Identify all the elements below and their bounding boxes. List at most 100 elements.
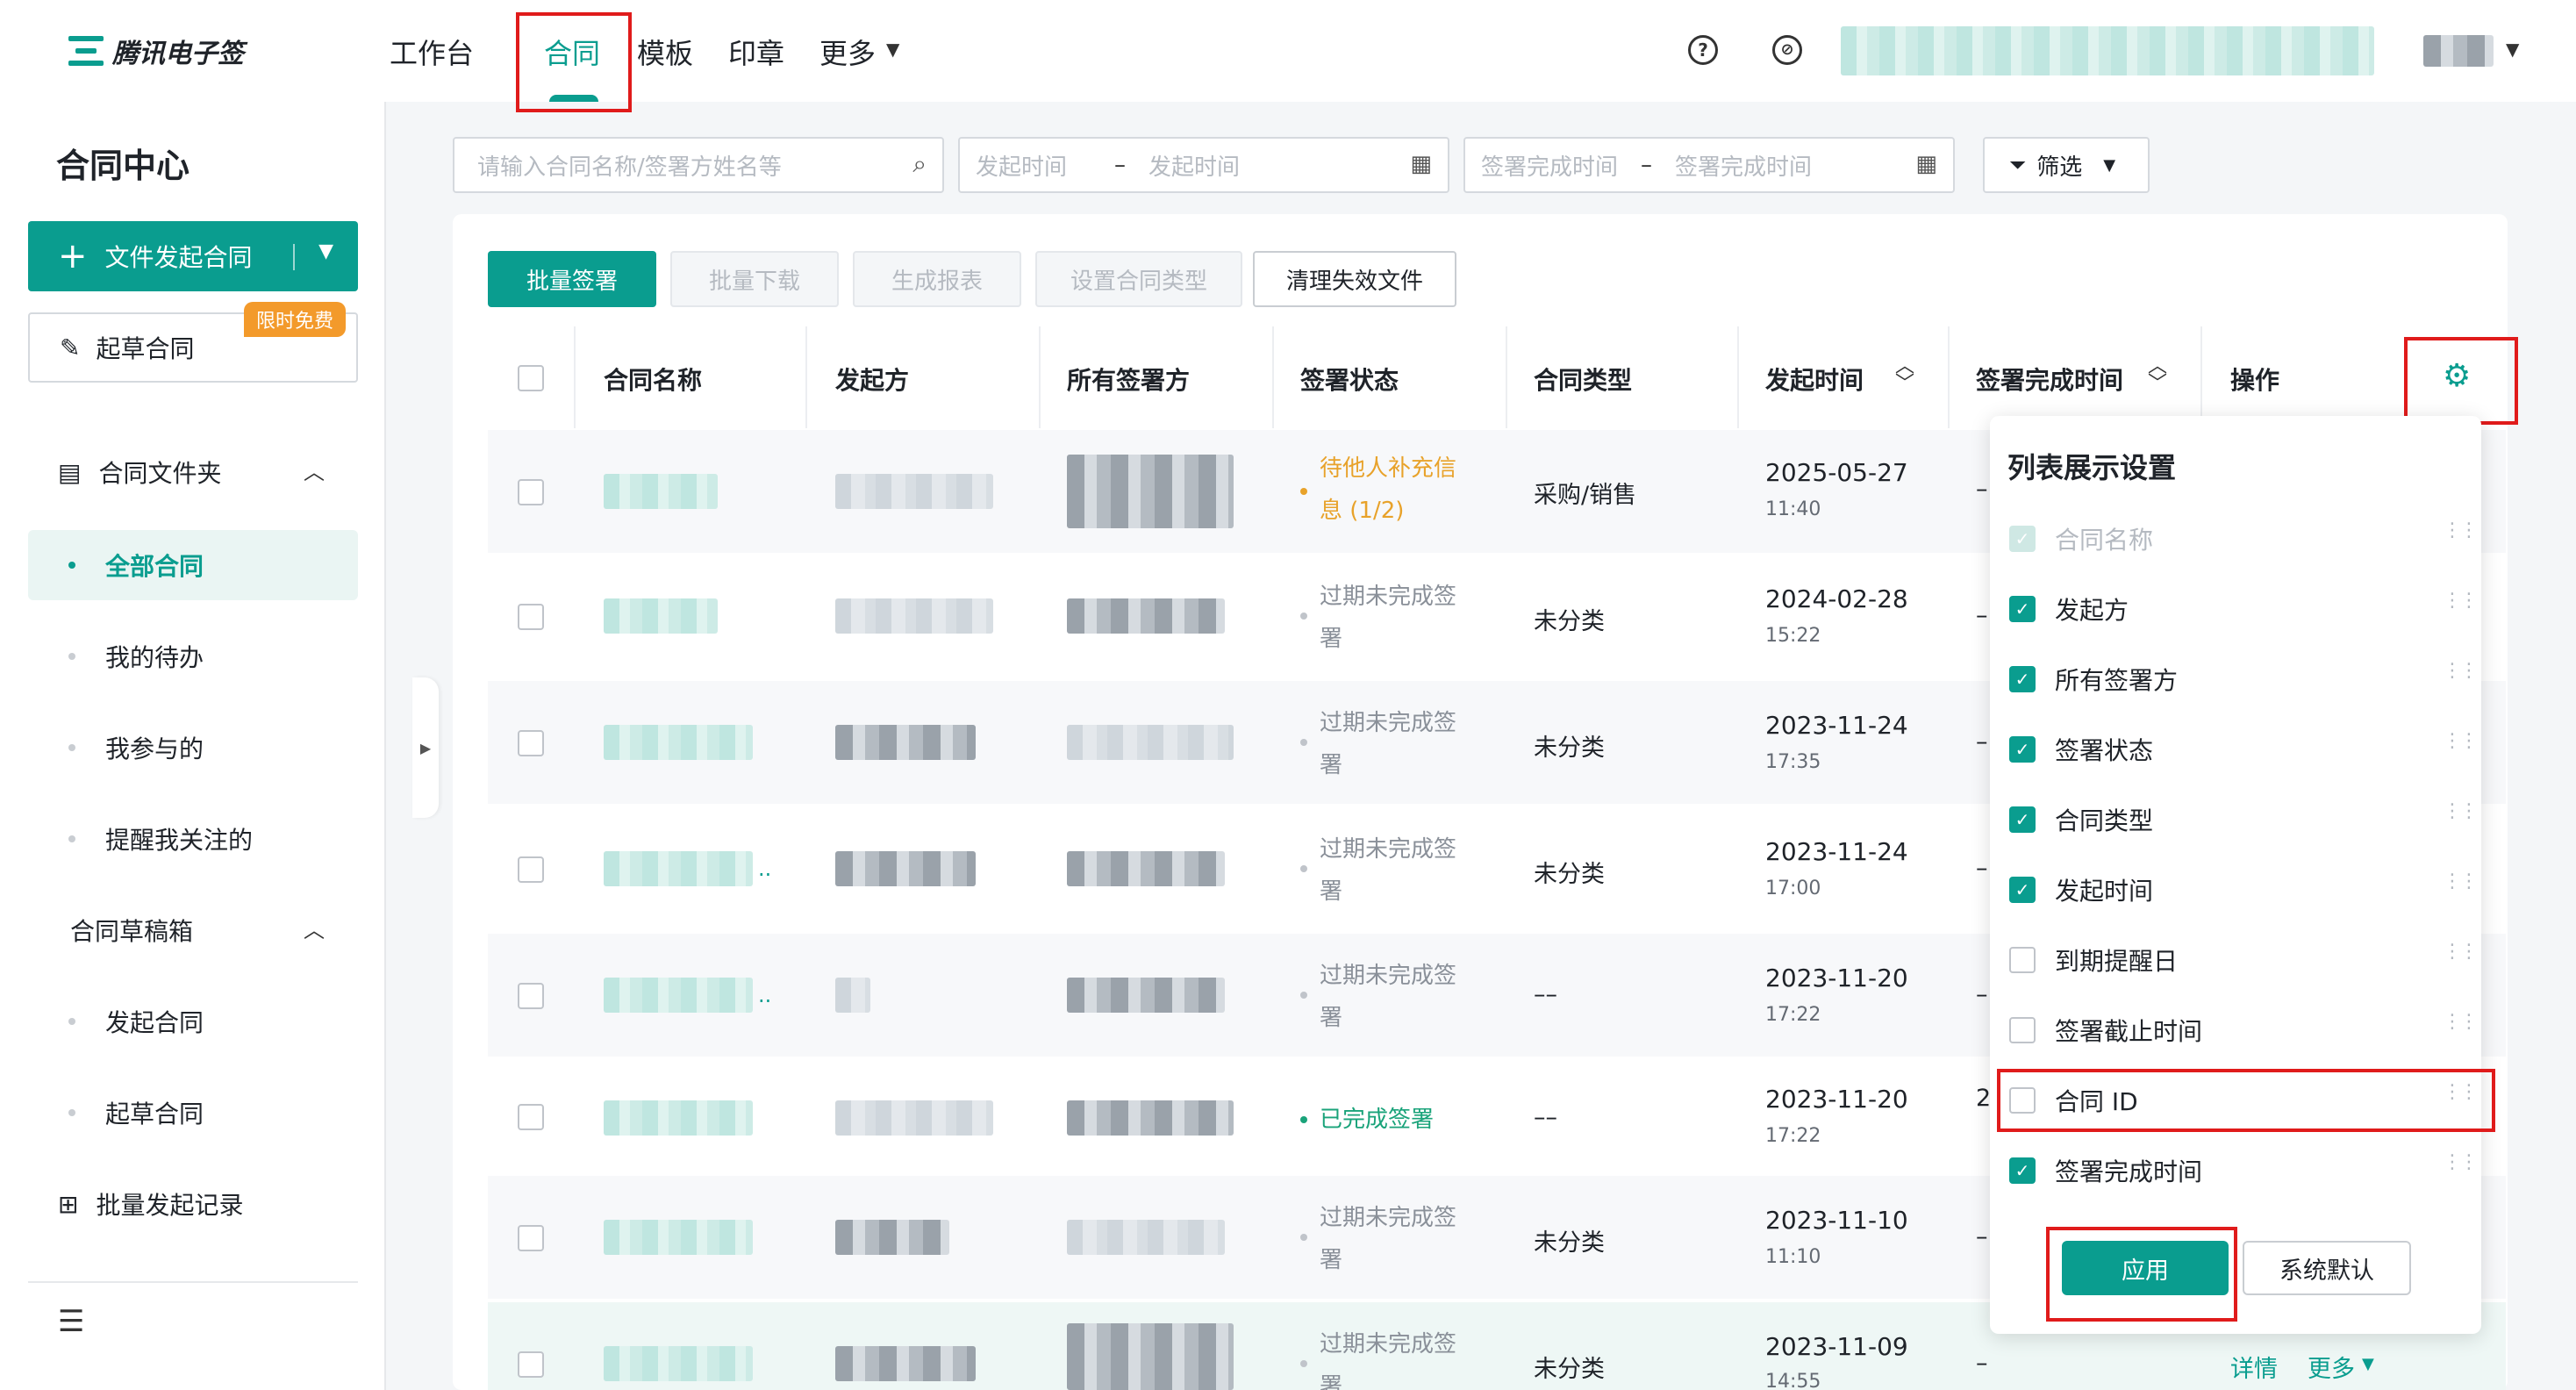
finish-time: –	[1976, 476, 1988, 503]
nav-more-caret-icon[interactable]: ▼	[886, 39, 899, 60]
checkbox-checked[interactable]: ✓	[2009, 1157, 2036, 1184]
batch-sign-button[interactable]: 批量签署	[488, 251, 656, 307]
chevron-down-icon[interactable]: ▼	[318, 240, 333, 262]
batch-download-button[interactable]: 批量下载	[670, 251, 839, 307]
sidebar-item-start-contract[interactable]: 发起合同	[105, 1004, 204, 1039]
column-option-type[interactable]: ✓ 合同类型	[2009, 802, 2153, 837]
sidebar-folder-section[interactable]: ▤ 合同文件夹	[58, 455, 221, 490]
sidebar-item-watching[interactable]: 提醒我关注的	[105, 821, 253, 856]
sort-icon[interactable]: ︿ ﹀	[2148, 357, 2167, 394]
status-dot	[1300, 992, 1307, 999]
drag-handle-icon[interactable]: ⋮⋮	[2443, 660, 2479, 682]
drag-handle-icon[interactable]: ⋮⋮	[2443, 800, 2479, 822]
column-option-initiator[interactable]: ✓ 发起方	[2009, 591, 2129, 627]
contract-name-blurred[interactable]	[604, 851, 753, 886]
brand-logo[interactable]: 腾讯电子签	[68, 32, 244, 70]
filter-button[interactable]: ⏷ 筛选 ▼	[1983, 137, 2150, 193]
column-option-expiry-reminder[interactable]: 到期提醒日	[2009, 942, 2178, 978]
column-option-sign-deadline[interactable]: 签署截止时间	[2009, 1013, 2202, 1048]
system-default-button[interactable]: 系统默认	[2243, 1241, 2411, 1295]
row-checkbox[interactable]	[518, 1351, 544, 1378]
contract-name-blurred[interactable]	[604, 1220, 753, 1255]
sidebar-item-participated[interactable]: 我参与的	[105, 730, 204, 765]
row-checkbox[interactable]	[518, 604, 544, 630]
checkbox-checked[interactable]: ✓	[2009, 666, 2036, 692]
status-text: 过期未完成签署	[1320, 1197, 1456, 1281]
highlight-settings-gear	[2404, 337, 2518, 425]
start-contract-button[interactable]: + 文件发起合同 ▼	[28, 221, 358, 291]
column-option-signers[interactable]: ✓ 所有签署方	[2009, 662, 2178, 697]
nav-seals[interactable]: 印章	[728, 32, 784, 72]
drag-handle-icon[interactable]: ⋮⋮	[2443, 941, 2479, 963]
brand-name: 腾讯电子签	[112, 39, 244, 69]
bullet-dot	[68, 653, 75, 660]
collapse-handle-icon[interactable]: ▶	[412, 677, 439, 818]
column-option-finish-time[interactable]: ✓ 签署完成时间	[2009, 1153, 2202, 1188]
sidebar-item-draft-contract[interactable]: 起草合同	[105, 1095, 204, 1130]
sidebar-batch-record[interactable]: ⊞ 批量发起记录	[58, 1186, 243, 1222]
nav-workbench[interactable]: 工作台	[390, 32, 474, 72]
sort-icon[interactable]: ︿ ﹀	[1895, 357, 1914, 394]
calendar-icon[interactable]: ▦	[1915, 151, 1937, 177]
search-icon[interactable]: ⌕	[912, 149, 927, 179]
start-contract-label: 文件发起合同	[104, 243, 253, 272]
row-checkbox[interactable]	[518, 856, 544, 883]
row-checkbox[interactable]	[518, 983, 544, 1009]
contract-name-blurred[interactable]	[604, 474, 718, 509]
link-icon[interactable]: ⊘	[1772, 35, 1802, 65]
drag-handle-icon[interactable]: ⋮⋮	[2443, 590, 2479, 612]
drag-handle-icon[interactable]: ⋮⋮	[2443, 1081, 2479, 1103]
checkbox-checked[interactable]: ✓	[2009, 806, 2036, 833]
start-time: 17:22	[1765, 1125, 1821, 1147]
contract-name-blurred[interactable]	[604, 1100, 753, 1136]
row-checkbox[interactable]	[518, 1225, 544, 1251]
col-finish-time[interactable]: 签署完成时间	[1976, 362, 2123, 397]
chevron-up-icon[interactable]: ︿	[304, 455, 325, 485]
drag-handle-icon[interactable]: ⋮⋮	[2443, 519, 2479, 541]
more-link[interactable]: 更多	[2308, 1350, 2355, 1384]
row-checkbox[interactable]	[518, 1104, 544, 1130]
contract-name-blurred[interactable]	[604, 598, 718, 634]
checkbox-unchecked[interactable]	[2009, 1017, 2036, 1043]
nav-more[interactable]: 更多	[819, 32, 876, 72]
checkbox-checked[interactable]: ✓	[2009, 596, 2036, 622]
checkbox-unchecked[interactable]	[2009, 947, 2036, 973]
start-time: 11:10	[1765, 1246, 1821, 1268]
account-info-blurred[interactable]	[1841, 26, 2374, 75]
column-option-start-time[interactable]: ✓ 发起时间	[2009, 872, 2153, 907]
calendar-icon[interactable]: ▦	[1410, 151, 1432, 177]
col-start-time[interactable]: 发起时间	[1765, 362, 1864, 397]
row-checkbox[interactable]	[518, 730, 544, 756]
drag-handle-icon[interactable]: ⋮⋮	[2443, 730, 2479, 752]
avatar[interactable]	[2423, 35, 2494, 67]
select-all-checkbox[interactable]	[518, 365, 544, 391]
contract-type: ––	[1534, 1104, 1557, 1131]
nav-templates[interactable]: 模板	[637, 32, 693, 72]
clean-invalid-files-button[interactable]: 清理失效文件	[1253, 251, 1456, 307]
contract-name-blurred[interactable]	[604, 725, 753, 760]
drag-handle-icon[interactable]: ⋮⋮	[2443, 1151, 2479, 1173]
finish-time-range[interactable]: 签署完成时间 – 签署完成时间 ▦	[1463, 137, 1955, 193]
checkbox-checked[interactable]: ✓	[2009, 877, 2036, 903]
drag-handle-icon[interactable]: ⋮⋮	[2443, 1011, 2479, 1033]
more-caret-icon[interactable]: ▼	[2362, 1355, 2374, 1373]
collapse-menu-icon[interactable]: ☰	[58, 1304, 84, 1339]
row-checkbox[interactable]	[518, 479, 544, 505]
help-icon[interactable]: ?	[1688, 35, 1718, 65]
chevron-up-icon[interactable]: ︿	[304, 913, 325, 943]
drag-handle-icon[interactable]: ⋮⋮	[2443, 871, 2479, 892]
sidebar-item-all-contracts[interactable]: 全部合同	[105, 548, 204, 583]
set-contract-type-button[interactable]: 设置合同类型	[1035, 251, 1242, 307]
start-time-range[interactable]: 发起时间 – 发起时间 ▦	[958, 137, 1449, 193]
contract-name-blurred[interactable]	[604, 978, 753, 1013]
sidebar-draft-section[interactable]: 合同草稿箱	[70, 913, 193, 948]
sidebar-item-my-todo[interactable]: 我的待办	[105, 639, 204, 674]
account-caret-icon[interactable]: ▼	[2506, 39, 2519, 60]
detail-link[interactable]: 详情	[2230, 1350, 2278, 1384]
generate-report-button[interactable]: 生成报表	[853, 251, 1021, 307]
contract-name-blurred[interactable]	[604, 1346, 753, 1381]
column-option-status[interactable]: ✓ 签署状态	[2009, 732, 2153, 767]
button-divider	[293, 244, 295, 270]
search-input[interactable]: 请输入合同名称/签署方姓名等 ⌕	[453, 137, 944, 193]
checkbox-checked[interactable]: ✓	[2009, 736, 2036, 763]
